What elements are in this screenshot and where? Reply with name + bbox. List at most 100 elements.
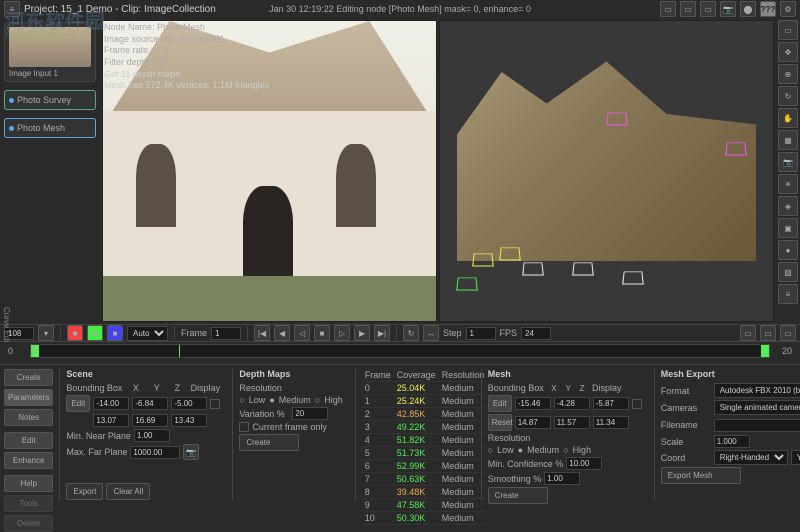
scene-maxy-input[interactable] — [132, 414, 168, 427]
timeline-opt-2-icon[interactable]: ▭ — [760, 325, 776, 341]
coord-select[interactable]: Right-Handed — [714, 450, 788, 465]
panel-icon-2[interactable]: ▭ — [680, 1, 696, 17]
table-row[interactable]: 551.73KMedium — [362, 447, 488, 460]
timeline-opt-1-icon[interactable]: ▭ — [740, 325, 756, 341]
mesh-minx-input[interactable] — [515, 397, 551, 410]
tool-wireframe-icon[interactable]: ▣ — [778, 218, 798, 238]
scale-input[interactable] — [714, 435, 750, 448]
play-back-icon[interactable]: ◁ — [294, 325, 310, 341]
help-button-2[interactable]: Help — [4, 475, 53, 492]
export-mesh-button[interactable]: Export Mesh — [661, 467, 741, 484]
help-button[interactable]: ??? — [760, 1, 776, 17]
scene-minz-input[interactable] — [171, 397, 207, 410]
loop-icon[interactable]: ↻ — [403, 325, 419, 341]
tool-light-icon[interactable]: ☀ — [778, 174, 798, 194]
mesh-create-button[interactable]: Create — [488, 487, 548, 504]
create-button[interactable]: Create — [4, 369, 53, 386]
first-frame-icon[interactable]: |◀ — [254, 325, 270, 341]
tool-shade-icon[interactable]: ● — [778, 240, 798, 260]
table-row[interactable]: 652.99KMedium — [362, 460, 488, 473]
auto-select[interactable]: Auto — [127, 326, 168, 341]
scene-edit-button[interactable]: Edit — [66, 395, 90, 412]
table-row[interactable]: 451.82KMedium — [362, 434, 488, 447]
scene-miny-input[interactable] — [132, 397, 168, 410]
mesh-resolution-radio[interactable]: ○ Low● Medium○ High — [488, 445, 642, 455]
tool-camera-icon[interactable]: 📷 — [778, 152, 798, 172]
enhance-button[interactable]: Enhance — [4, 452, 53, 469]
viewport-3d[interactable] — [439, 20, 774, 322]
tool-select-icon[interactable]: ▭ — [778, 20, 798, 40]
camera-capture-icon[interactable]: 📷 — [183, 444, 199, 460]
clear-all-button[interactable]: Clear All — [106, 483, 150, 500]
last-frame-icon[interactable]: ▶| — [374, 325, 390, 341]
tool-move-icon[interactable]: ✥ — [778, 42, 798, 62]
tool-pan-icon[interactable]: ✋ — [778, 108, 798, 128]
table-row[interactable]: 125.24KMedium — [362, 395, 488, 408]
mesh-miny-input[interactable] — [554, 397, 590, 410]
far-plane-input[interactable] — [130, 446, 180, 459]
stop-icon[interactable]: ■ — [314, 325, 330, 341]
step-input[interactable] — [466, 327, 496, 340]
menu-icon[interactable]: ≡ — [4, 1, 20, 17]
timeline-opt-3-icon[interactable]: ▭ — [780, 325, 796, 341]
table-row[interactable]: 750.63KMedium — [362, 473, 488, 486]
format-select[interactable]: Autodesk FBX 2010 (binary) — [714, 383, 800, 398]
settings-icon[interactable]: ⚙ — [780, 1, 796, 17]
scene-minx-input[interactable] — [93, 397, 129, 410]
parameters-button[interactable]: Parameters — [4, 389, 53, 406]
mesh-maxx-input[interactable] — [515, 416, 551, 429]
scene-maxz-input[interactable] — [171, 414, 207, 427]
filename-input[interactable] — [714, 419, 800, 432]
record-icon[interactable]: ⬤ — [740, 1, 756, 17]
mesh-display-check[interactable] — [632, 399, 642, 409]
panel-icon-3[interactable]: ▭ — [700, 1, 716, 17]
current-frame-check[interactable] — [239, 422, 249, 432]
cameras-select[interactable]: Single animated camera — [714, 400, 800, 415]
frame-input[interactable] — [211, 327, 241, 340]
prev-frame-icon[interactable]: ◀ — [274, 325, 290, 341]
edit-button[interactable]: Edit — [4, 432, 53, 449]
color-1-icon[interactable]: ■ — [67, 325, 83, 341]
timeline[interactable]: 0 1 20 — [0, 342, 800, 364]
table-row[interactable]: 839.48KMedium — [362, 486, 488, 499]
mesh-minz-input[interactable] — [593, 397, 629, 410]
timeline-in-marker[interactable]: 1 — [31, 345, 39, 357]
tool-mesh-icon[interactable]: ◈ — [778, 196, 798, 216]
near-plane-input[interactable] — [134, 429, 170, 442]
table-row[interactable]: 947.58KMedium — [362, 499, 488, 512]
color-2-icon[interactable]: ■ — [87, 325, 103, 341]
color-3-icon[interactable]: ■ — [107, 325, 123, 341]
panel-icon-1[interactable]: ▭ — [660, 1, 676, 17]
lut-down-icon[interactable]: ▾ — [38, 325, 54, 341]
scene-display-check[interactable] — [210, 399, 220, 409]
mesh-maxy-input[interactable] — [554, 416, 590, 429]
table-row[interactable]: 025.04KMedium — [362, 382, 488, 395]
depth-resolution-radio[interactable]: ○ Low● Medium○ High — [239, 395, 342, 405]
image-input-node[interactable]: Image Input 1 — [4, 22, 96, 82]
variation-input[interactable] — [292, 407, 328, 420]
smoothing-input[interactable] — [544, 472, 580, 485]
tool-texture-icon[interactable]: ▨ — [778, 262, 798, 282]
mesh-edit-button[interactable]: Edit — [488, 395, 512, 412]
timeline-playhead[interactable] — [179, 345, 180, 357]
delete-button[interactable]: Delete — [4, 515, 53, 532]
notes-button[interactable]: Notes — [4, 409, 53, 426]
fps-input[interactable] — [521, 327, 551, 340]
yup-select[interactable]: Y Up — [791, 450, 800, 465]
photo-mesh-node[interactable]: Photo Mesh — [4, 118, 96, 138]
tool-rotate-icon[interactable]: ↻ — [778, 86, 798, 106]
table-row[interactable]: 242.85KMedium — [362, 408, 488, 421]
play-icon[interactable]: ▷ — [334, 325, 350, 341]
confidence-input[interactable] — [566, 457, 602, 470]
capture-icon[interactable]: 📷 — [720, 1, 736, 17]
mesh-maxz-input[interactable] — [593, 416, 629, 429]
export-button[interactable]: Export — [66, 483, 103, 500]
tool-grid-icon[interactable]: ▦ — [778, 130, 798, 150]
tool-layers-icon[interactable]: ≡ — [778, 284, 798, 304]
tool-zoom-icon[interactable]: ⊕ — [778, 64, 798, 84]
mesh-reset-button[interactable]: Reset — [488, 414, 512, 431]
scene-maxx-input[interactable] — [93, 414, 129, 427]
next-frame-icon[interactable]: ▶ — [354, 325, 370, 341]
table-row[interactable]: 1050.30KMedium — [362, 512, 488, 525]
timeline-out-marker[interactable] — [761, 345, 769, 357]
